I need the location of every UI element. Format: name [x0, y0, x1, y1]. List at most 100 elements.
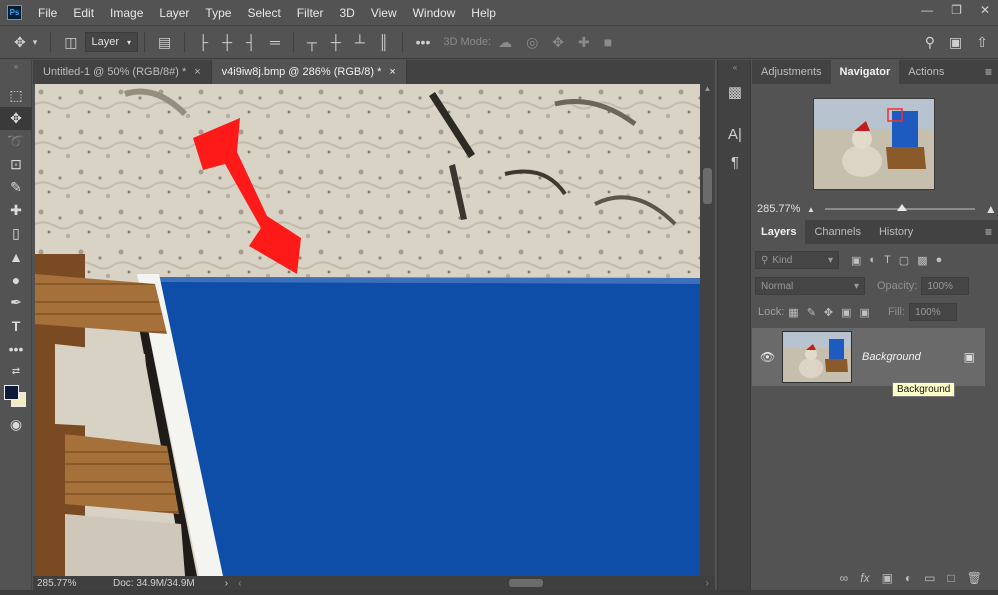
transform-controls-icon[interactable]: ▤ [158, 34, 171, 51]
chevron-right-icon[interactable]: › [225, 578, 228, 589]
menu-layer[interactable]: Layer [151, 6, 197, 20]
tab-channels[interactable]: Channels [805, 220, 869, 244]
search-icon[interactable]: ⚲ [925, 34, 935, 51]
share-icon[interactable]: ⇧ [976, 34, 988, 51]
menu-3d[interactable]: 3D [331, 6, 362, 20]
3d-roll-icon[interactable]: ◎ [526, 34, 538, 51]
3d-orbit-icon[interactable]: ☁ [498, 34, 512, 51]
scrollbar-thumb[interactable] [509, 579, 544, 587]
move-tool-icon[interactable]: ✥ [0, 107, 32, 130]
align-bottom-icon[interactable]: ┴ [355, 34, 365, 50]
close-icon[interactable]: × [389, 66, 395, 78]
kind-filter-dropdown[interactable]: ⚲ Kind ▾ [755, 251, 839, 269]
horizontal-scrollbar[interactable] [247, 578, 699, 588]
crop-tool-icon[interactable]: ⊡ [0, 153, 32, 176]
scroll-up-icon[interactable]: ▲ [700, 84, 715, 93]
opacity-input[interactable]: 100% [921, 277, 970, 295]
vertical-scrollbar[interactable]: ▲ [700, 84, 715, 576]
3d-camera-icon[interactable]: ■ [604, 34, 612, 50]
paragraph-panel-icon[interactable]: ¶ [718, 148, 752, 176]
lock-transparent-icon[interactable]: ▦ [788, 306, 798, 319]
fill-input[interactable]: 100% [909, 303, 958, 321]
filter-shape-icon[interactable]: ▢ [899, 254, 909, 267]
color-swatches[interactable] [0, 383, 32, 413]
navigator-zoom-value[interactable]: 285.77% [757, 203, 807, 215]
tab-adjustments[interactable]: Adjustments [752, 60, 831, 84]
layer-row-background[interactable]: 👁 Background ▣ [752, 328, 985, 386]
close-icon[interactable]: × [194, 66, 200, 78]
type-tool-icon[interactable]: T [0, 314, 32, 337]
healing-tool-icon[interactable]: ✚ [0, 199, 32, 222]
add-mask-icon[interactable]: ▣ [882, 571, 893, 585]
quick-mask-icon[interactable]: ◉ [0, 413, 32, 436]
distribute-icon[interactable]: ═ [270, 34, 280, 50]
filter-type-icon[interactable]: T [884, 254, 891, 266]
tab-layers[interactable]: Layers [752, 220, 806, 244]
auto-select-dropdown[interactable]: Layer ▾ [84, 32, 139, 52]
menu-filter[interactable]: Filter [289, 6, 332, 20]
zoom-slider-handle[interactable] [896, 204, 907, 211]
scroll-left-icon[interactable]: ‹ [238, 578, 241, 589]
marquee-tool-icon[interactable]: ⬚ [0, 84, 32, 107]
scroll-right-icon[interactable]: › [706, 578, 709, 589]
lock-image-icon[interactable]: ✎ [807, 306, 816, 319]
lasso-tool-icon[interactable]: ➰ [0, 130, 32, 153]
tab-untitled-1[interactable]: Untitled-1 @ 50% (RGB/8#) * × [33, 60, 212, 84]
menu-help[interactable]: Help [463, 6, 504, 20]
visibility-eye-icon[interactable]: 👁 [760, 350, 775, 364]
new-layer-icon[interactable]: □ [948, 571, 955, 585]
navigator-preview[interactable] [813, 98, 935, 190]
lock-all-icon[interactable]: ▣ [860, 306, 870, 319]
align-center-icon[interactable]: ┼ [222, 34, 232, 50]
menu-file[interactable]: File [30, 6, 65, 20]
align-top-icon[interactable]: ┬ [307, 34, 317, 50]
menu-edit[interactable]: Edit [65, 6, 102, 20]
minimize-icon[interactable]: — [921, 3, 933, 17]
layer-name[interactable]: Background [862, 351, 921, 363]
close-icon[interactable]: ✕ [980, 3, 990, 17]
menu-select[interactable]: Select [239, 6, 288, 20]
zoom-out-icon[interactable]: ▲ [807, 205, 815, 214]
artboard-icon[interactable]: ▣ [841, 306, 851, 319]
filter-toggle-icon[interactable]: ● [936, 254, 943, 266]
move-tool-icon[interactable]: ✥ [14, 34, 26, 51]
menu-window[interactable]: Window [405, 6, 464, 20]
3d-pan-icon[interactable]: ✥ [552, 34, 564, 51]
character-panel-icon[interactable]: A| [718, 120, 752, 148]
adjustment-layer-icon[interactable]: ◐ [905, 571, 912, 585]
panel-menu-icon[interactable]: ≡ [985, 65, 992, 79]
align-middle-icon[interactable]: ┼ [331, 34, 341, 50]
collapse-icon[interactable]: « [718, 60, 752, 74]
foreground-color-swatch[interactable] [4, 385, 19, 400]
more-tools-icon[interactable]: ••• [0, 337, 32, 360]
document-canvas[interactable] [35, 84, 700, 576]
new-group-icon[interactable]: ▭ [924, 571, 935, 585]
panel-menu-icon[interactable]: ≡ [985, 225, 992, 239]
status-zoom[interactable]: 285.77% [37, 578, 107, 589]
tab-history[interactable]: History [870, 220, 922, 244]
paint-bucket-icon[interactable]: ▲ [0, 245, 32, 268]
filter-adjustment-icon[interactable]: ◐ [869, 254, 876, 266]
menu-view[interactable]: View [363, 6, 405, 20]
brush-tool-icon[interactable]: ✎ [0, 176, 32, 199]
lock-position-icon[interactable]: ✥ [824, 306, 833, 319]
zoom-in-icon[interactable]: ▲ [985, 202, 997, 216]
blend-mode-dropdown[interactable]: Normal ▾ [755, 277, 865, 295]
tab-navigator[interactable]: Navigator [830, 60, 900, 84]
histogram-icon[interactable]: ▩ [718, 78, 752, 106]
tab-v4i9iw8j[interactable]: v4i9iw8j.bmp @ 286% (RGB/8) * × [211, 60, 407, 84]
collapse-icon[interactable]: » [0, 60, 32, 72]
link-layers-icon[interactable]: ∞ [840, 571, 849, 585]
eraser-tool-icon[interactable]: ▯ [0, 222, 32, 245]
workspace-icon[interactable]: ▣ [949, 34, 962, 51]
filter-pixel-icon[interactable]: ▣ [851, 254, 861, 267]
3d-slide-icon[interactable]: ✚ [578, 34, 590, 51]
menu-image[interactable]: Image [102, 6, 151, 20]
layer-style-icon[interactable]: fx [860, 571, 869, 585]
blur-tool-icon[interactable]: ● [0, 268, 32, 291]
zoom-slider[interactable] [824, 204, 975, 211]
pen-tool-icon[interactable]: ✒ [0, 291, 32, 314]
align-left-icon[interactable]: ├ [198, 34, 208, 50]
scrollbar-thumb[interactable] [703, 168, 712, 204]
swap-colors-icon[interactable]: ⇄ [0, 360, 32, 383]
